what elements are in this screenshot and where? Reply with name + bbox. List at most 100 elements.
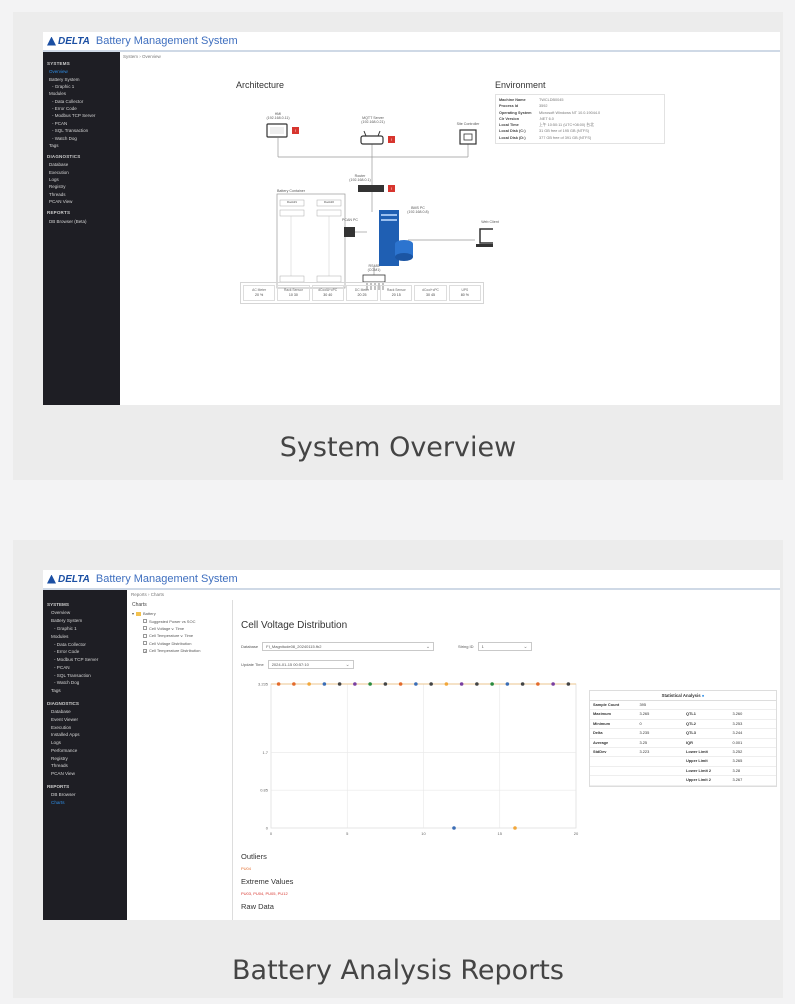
- sensor-cell[interactable]: DC Meter 20 25: [345, 285, 379, 301]
- stat-row: Lower Limit 2 3.28: [590, 767, 776, 777]
- tree-item[interactable]: Suggested Power vs SOC: [129, 617, 232, 624]
- y-tick-label: 0: [266, 826, 269, 831]
- battery-reports-screenshot: DELTA Battery Management System SYSTEMS O…: [43, 570, 780, 920]
- sidebar-item[interactable]: PCAN View: [43, 770, 127, 778]
- data-point: [459, 682, 464, 686]
- voltage-distribution-chart: 3.235 1.7 0.85 00 5 10 15 20: [258, 682, 579, 837]
- stat-key: Average: [593, 739, 609, 745]
- sidebar-item[interactable]: Battery System: [43, 75, 120, 82]
- sidebar-item[interactable]: Overview: [43, 68, 120, 75]
- stat-key: Minimum: [593, 720, 611, 726]
- stat-key: [590, 776, 637, 784]
- sidebar-item[interactable]: Registry: [43, 754, 127, 762]
- sidebar-item[interactable]: Registry: [43, 183, 120, 190]
- tree-item-label: Suggested Power vs SOC: [149, 618, 196, 624]
- sidebar-item[interactable]: - Watch Dog: [43, 134, 120, 141]
- architecture-title: Architecture: [236, 80, 285, 90]
- battery-reports-card: DELTA Battery Management System SYSTEMS O…: [13, 540, 783, 998]
- tree-item[interactable]: Cell Voltage Distribution: [129, 640, 232, 647]
- sidebar-item[interactable]: - Data Collector: [43, 640, 127, 648]
- sidebar-item[interactable]: DB Browser: [43, 791, 127, 799]
- string-select[interactable]: 1 ⌄: [477, 642, 532, 651]
- rack1-top-label: Rack#1: [286, 200, 298, 204]
- update-time-select[interactable]: 2024-01-15 00:57:10 ⌄: [267, 660, 354, 669]
- sidebar-item[interactable]: - PCAN: [43, 120, 120, 127]
- sensor-cell[interactable]: AC Meter 20 %: [243, 285, 276, 301]
- sensor-cell[interactable]: UPS 80 %: [448, 285, 481, 301]
- sidebar-item[interactable]: - Data Collector: [43, 98, 120, 105]
- sidebar-item[interactable]: Modules: [43, 632, 127, 640]
- sidebar-item[interactable]: - Error Code: [43, 105, 120, 112]
- sidebar-item[interactable]: Battery System: [43, 617, 127, 625]
- sidebar-item[interactable]: Installed Apps: [43, 731, 127, 739]
- sidebar-item[interactable]: - SQL Transaction: [43, 671, 127, 679]
- sensor-value: 20 %: [255, 292, 264, 297]
- stat-key: Upper Limit 2: [686, 777, 711, 783]
- data-point: [307, 682, 311, 686]
- sidebar-item[interactable]: Database: [43, 161, 120, 168]
- sidebar-item[interactable]: Tags: [43, 687, 127, 695]
- sensor-cell[interactable]: Rack Sensor 20 15: [380, 285, 413, 301]
- extreme-values-value: PU03, PU04, PU05, PU12: [241, 891, 288, 896]
- bms-label: BMS PC (192.168.0.8): [407, 206, 429, 214]
- sidebar-item[interactable]: Event Viewer: [43, 715, 127, 723]
- sidebar-item[interactable]: PCAN View: [43, 198, 120, 205]
- update-time-label: Update Time: [241, 662, 264, 667]
- tree-item[interactable]: ✓ Cell Temperature Distribution: [129, 647, 232, 654]
- sensor-value: 20 15: [391, 292, 401, 297]
- sidebar-item[interactable]: Logs: [43, 739, 127, 747]
- delta-logo-text: DELTA: [58, 35, 90, 47]
- sidebar-item[interactable]: - Graphic 1: [43, 83, 120, 90]
- checkbox-icon[interactable]: ✓: [143, 648, 147, 654]
- database-select[interactable]: FI_Magnitude08_20240115.fb2 ⌄: [262, 642, 435, 651]
- data-point: [276, 682, 281, 686]
- sidebar-item[interactable]: Database: [43, 708, 127, 716]
- checkbox-icon[interactable]: [143, 619, 147, 624]
- sidebar-item[interactable]: - PCAN: [43, 663, 127, 671]
- checkbox-icon[interactable]: [143, 626, 147, 631]
- sensor-cell[interactable]: Rack Sensor 10 30: [277, 285, 310, 301]
- sidebar-item[interactable]: DB Browser (Beta): [43, 217, 120, 224]
- database-label: Database: [241, 644, 259, 649]
- sensor-cell[interactable]: dCool+cPC 30 45: [414, 285, 447, 301]
- sidebar-item[interactable]: Logs: [43, 176, 120, 183]
- sidebar-item[interactable]: - Error Code: [43, 648, 127, 656]
- checkbox-icon[interactable]: [143, 633, 147, 638]
- sidebar-item[interactable]: Performance: [43, 747, 127, 755]
- breadcrumb: Reports › Charts: [131, 592, 165, 597]
- checkbox-icon[interactable]: [143, 641, 147, 646]
- tree-item-label: Cell Temperature Distribution: [149, 648, 201, 654]
- tree-item[interactable]: Cell Voltage v. Time: [129, 625, 232, 632]
- stat-value: 3.28: [732, 767, 741, 773]
- stat-key: Upper Limit: [686, 758, 708, 764]
- tree-item[interactable]: Cell Temperature v. Time: [129, 632, 232, 639]
- sidebar-item[interactable]: - Modbus TCP Server: [43, 656, 127, 664]
- tree-root-battery[interactable]: ▾ Battery: [129, 610, 232, 617]
- sidebar-item[interactable]: - Modbus TCP Server: [43, 112, 120, 119]
- web-client-icon: [476, 228, 504, 247]
- sidebar-item[interactable]: - Watch Dog: [43, 679, 127, 687]
- pcan-label: PCAN PC: [342, 218, 358, 222]
- sidebar-item[interactable]: Execution: [43, 169, 120, 176]
- sidebar-item[interactable]: Threads: [43, 191, 120, 198]
- stat-value: [637, 767, 684, 775]
- stat-value: 3.260: [732, 711, 743, 717]
- stat-row: Minimum 0 QTL2 3.253: [590, 720, 776, 730]
- environment-table: Machine Name TWCLDB0045 Process Id 3592 Oper…: [495, 94, 665, 145]
- sidebar-item[interactable]: Overview: [43, 609, 127, 617]
- environment-title: Environment: [495, 80, 546, 90]
- sidebar-item[interactable]: Modules: [43, 90, 120, 97]
- sidebar-item[interactable]: Threads: [43, 762, 127, 770]
- sensor-cell[interactable]: dCoolA+cPC 30 40: [311, 285, 344, 301]
- sidebar-item[interactable]: Tags: [43, 142, 120, 149]
- hmi-icon: [266, 123, 288, 138]
- stat-value: 3.252: [732, 749, 743, 755]
- stat-row: StdDev 3.223 Lower Limit 3.252: [590, 748, 776, 758]
- data-point: [475, 682, 479, 686]
- sidebar-item[interactable]: Execution: [43, 723, 127, 731]
- sidebar-item[interactable]: Charts: [43, 798, 127, 806]
- sidebar-item[interactable]: - Graphic 1: [43, 625, 127, 633]
- sidebar-item[interactable]: - SQL Transaction: [43, 127, 120, 134]
- router-label: Router (192.168.0.1): [349, 174, 371, 182]
- stat-key: QTL1: [686, 711, 696, 717]
